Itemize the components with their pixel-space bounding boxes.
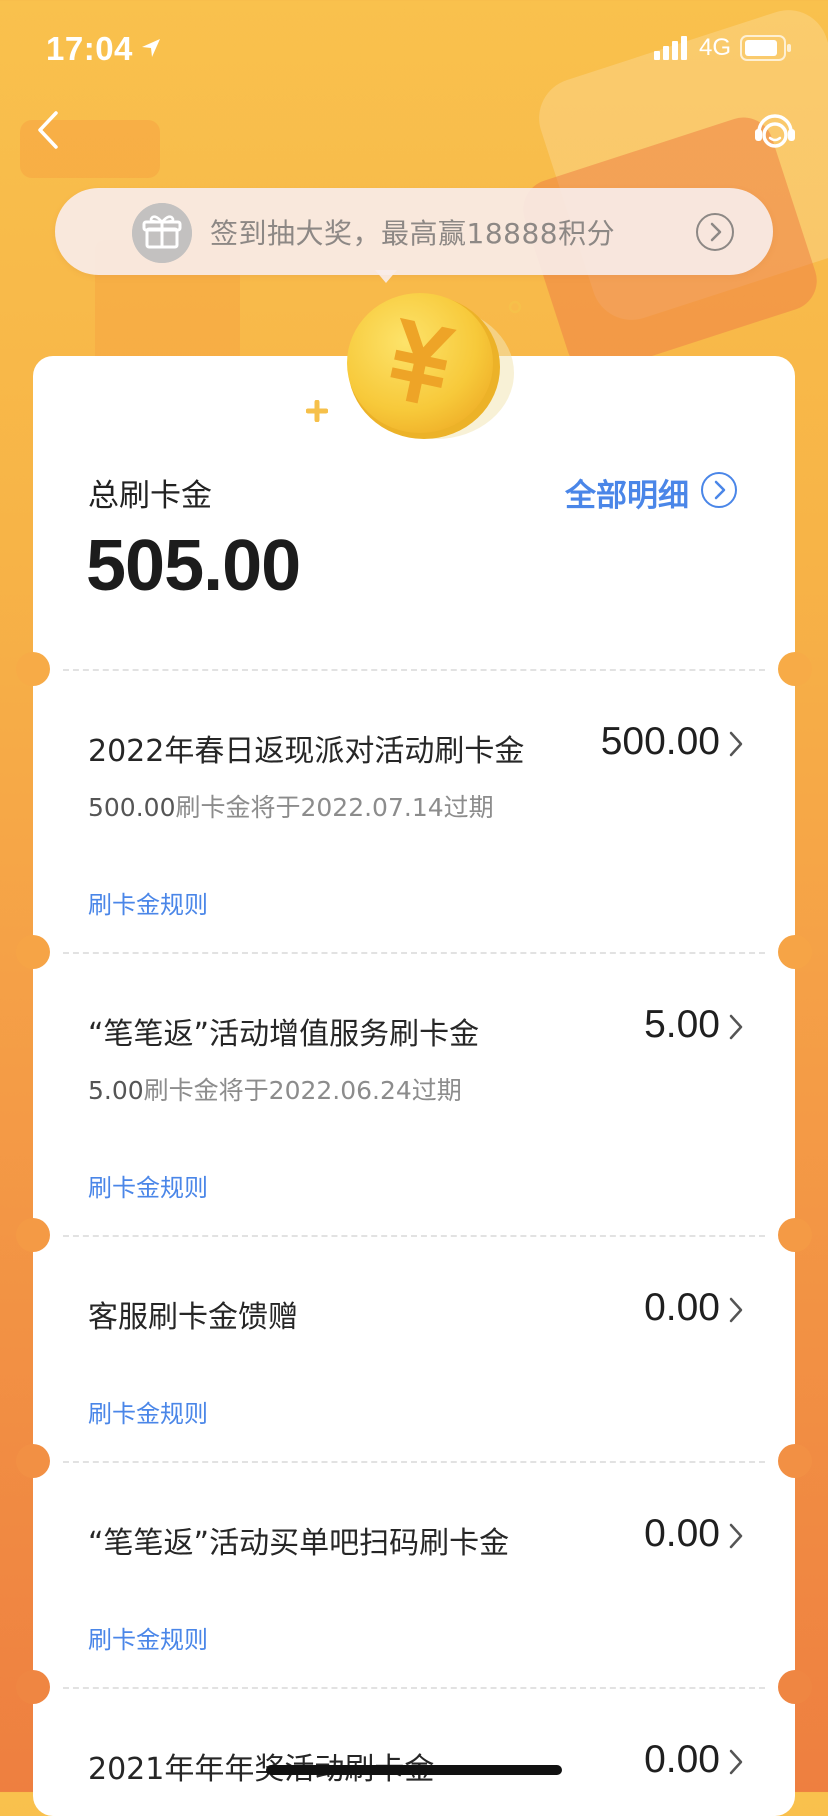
chevron-right-icon[interactable] [727,729,745,759]
home-indicator[interactable] [266,1765,562,1775]
rebate-item-amount[interactable]: 0.00 [644,1738,720,1782]
back-arrow-icon[interactable] [30,105,70,155]
chevron-right-icon[interactable] [727,1295,745,1325]
rebate-rule-link[interactable]: 刷卡金规则 [88,1394,208,1429]
battery-icon [740,35,791,61]
gift-icon [132,203,192,263]
rebate-item-title[interactable]: 客服刷卡金馈赠 [88,1292,298,1336]
rebate-rule-link[interactable]: 刷卡金规则 [88,1620,208,1655]
rebate-item-amount[interactable]: 5.00 [644,1003,720,1047]
sparkle-decoration [508,300,522,314]
chevron-right-circle-icon[interactable] [695,212,735,252]
total-label: 总刷卡金 [88,478,212,514]
chevron-right-icon[interactable] [727,1747,745,1777]
rebate-item-amount[interactable]: 500.00 [601,720,720,764]
banner-pointer [375,270,397,283]
chevron-right-icon[interactable] [727,1012,745,1042]
rebate-item-title[interactable]: “笔笔返”活动买单吧扫码刷卡金 [88,1518,509,1562]
chevron-right-icon[interactable] [727,1521,745,1551]
sparkle-decoration [306,400,328,422]
dashed-divider [16,652,812,686]
expiry-note: 5.00刷卡金将于2022.06.24过期 [88,1076,462,1105]
expiry-note: 500.00刷卡金将于2022.07.14过期 [88,793,494,822]
network-type: 4G [699,34,732,61]
signal-icon [654,36,687,60]
banner-text: 签到抽大奖，最高赢18888积分 [210,217,616,250]
rebate-item-title[interactable]: “笔笔返”活动增值服务刷卡金 [88,1009,479,1053]
dashed-divider [16,1670,812,1704]
dashed-divider [16,1444,812,1478]
rebate-rule-link[interactable]: 刷卡金规则 [88,1168,208,1203]
rebate-item-amount[interactable]: 0.00 [644,1286,720,1330]
chevron-right-circle-icon[interactable] [700,471,738,509]
all-details-link[interactable]: 全部明细 [565,470,689,515]
rebate-item-title[interactable]: 2022年春日返现派对活动刷卡金 [88,726,524,770]
status-bar: 17:04 4G [0,0,828,100]
dashed-divider [16,1218,812,1252]
status-time: 17:04 [46,30,133,67]
location-arrow-icon [142,39,160,57]
dashed-divider [16,935,812,969]
total-amount: 505.00 [86,526,301,606]
customer-service-icon[interactable] [752,108,798,154]
rebate-item-amount[interactable]: 0.00 [644,1512,720,1556]
rebate-rule-link[interactable]: 刷卡金规则 [88,885,208,920]
coin-icon [347,293,514,439]
